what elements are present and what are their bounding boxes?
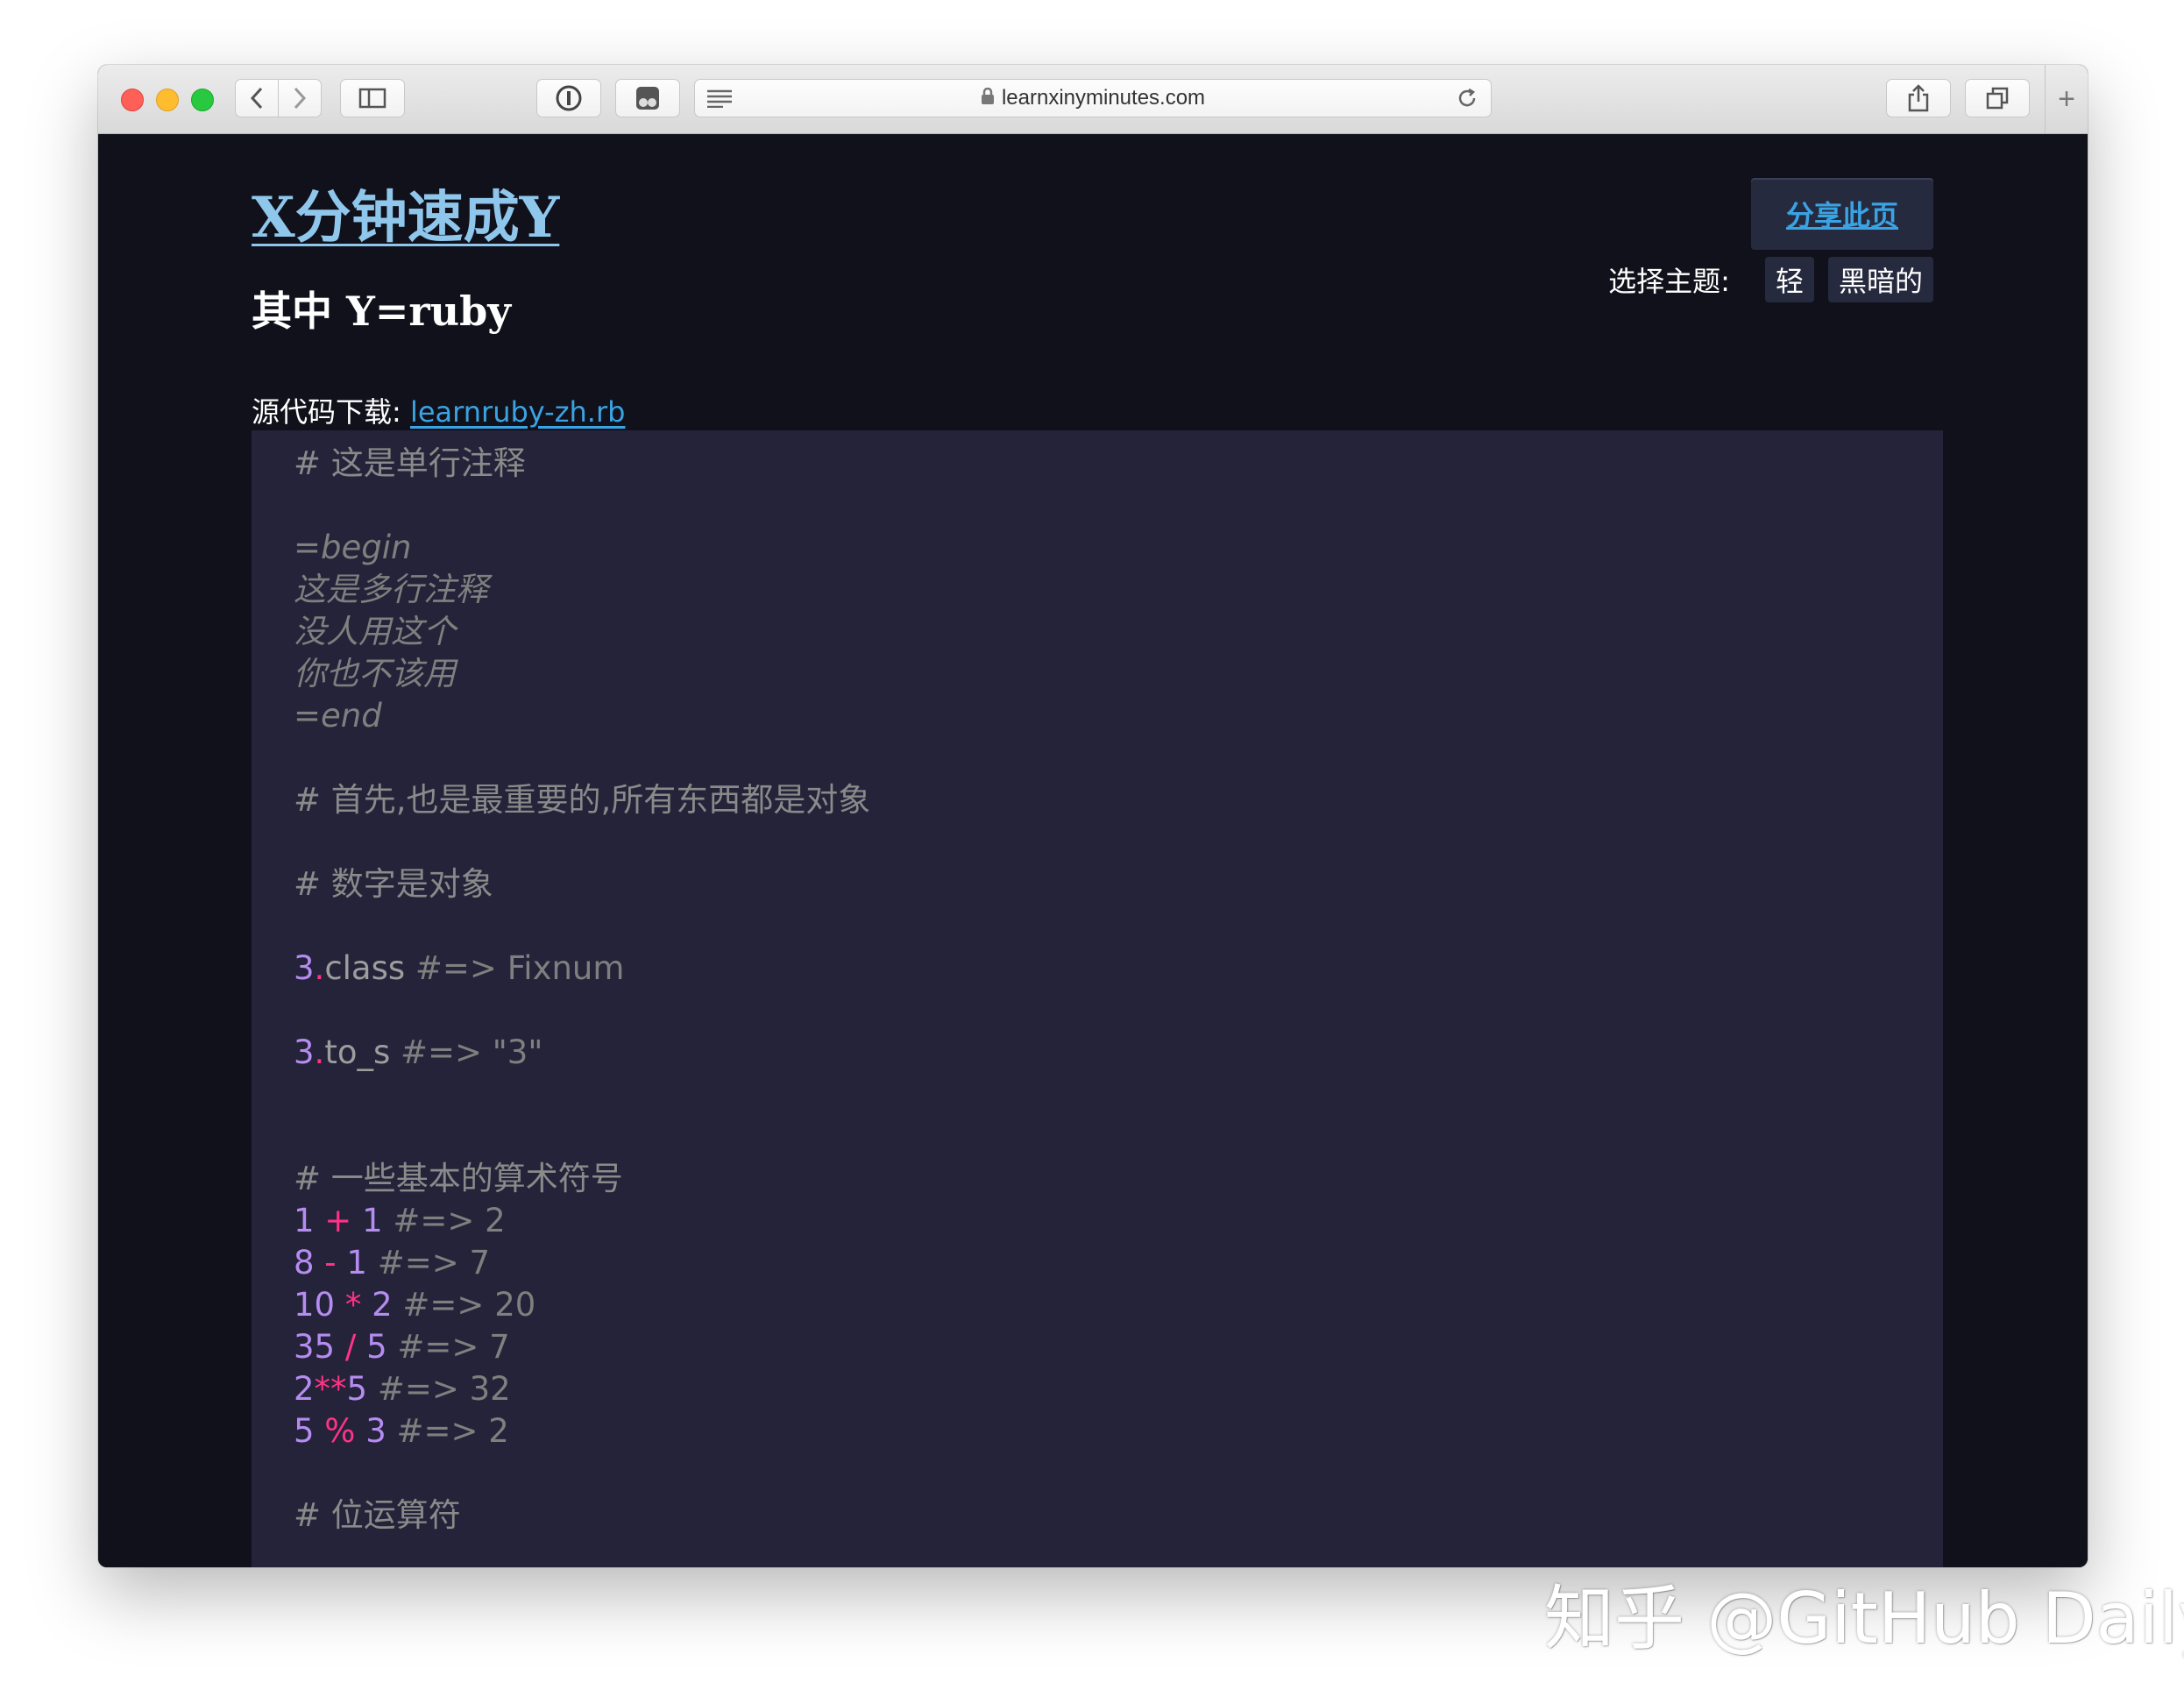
code-result: #=> "3"	[390, 1033, 543, 1071]
code-result: #=> 7	[386, 1328, 510, 1366]
share-icon	[1908, 84, 1929, 112]
code-line: 2**5 #=> 32	[294, 1368, 511, 1410]
code-line: 5 % 3 #=> 2	[294, 1410, 509, 1452]
chevron-right-icon	[294, 87, 307, 110]
browser-window: learnxinyminutes.com + X分钟速成Y 其中 Y=ruby …	[98, 65, 2088, 1567]
page-content: X分钟速成Y 其中 Y=ruby 分享此页 选择主题: 轻 黑暗的 源代码下载:…	[98, 134, 2088, 1567]
code-line: # 一些基本的算术符号	[294, 1160, 623, 1197]
new-tab-button[interactable]: +	[2045, 65, 2088, 133]
code-number: 2	[372, 1286, 393, 1324]
code-result: #=> 20	[392, 1286, 536, 1324]
code-line: 3.to_s #=> "3"	[294, 1032, 542, 1074]
code-line: 1 + 1 #=> 2	[294, 1200, 506, 1242]
url-text: learnxinyminutes.com	[1001, 86, 1206, 110]
tabs-icon	[1986, 87, 2009, 110]
source-download: 源代码下载: learnruby-zh.rb	[252, 390, 625, 430]
close-window-button[interactable]	[121, 89, 144, 111]
address-bar[interactable]: learnxinyminutes.com	[694, 79, 1492, 117]
lock-icon	[981, 81, 995, 117]
url-display[interactable]: learnxinyminutes.com	[695, 80, 1491, 117]
share-page-button[interactable]: 分享此页	[1751, 178, 1933, 250]
back-button[interactable]	[235, 79, 279, 117]
theme-light-button[interactable]: 轻	[1764, 257, 1814, 302]
page-subtitle: 其中 Y=ruby	[252, 288, 511, 335]
code-operator: .	[314, 1033, 325, 1071]
code-operator: /	[335, 1328, 367, 1366]
site-title-link[interactable]: X分钟速成Y	[252, 173, 559, 253]
zoom-window-button[interactable]	[191, 89, 214, 111]
code-number: 5	[366, 1328, 387, 1366]
code-number: 3	[294, 1033, 315, 1071]
code-line: # 首先,也是最重要的,所有东西都是对象	[294, 781, 871, 819]
code-line: 3.class #=> Fixnum	[294, 948, 624, 990]
code-line: 这是多行注释	[294, 571, 488, 608]
password-manager-icon	[556, 85, 582, 111]
code-operator: +	[314, 1202, 363, 1239]
code-line: 你也不该用	[294, 655, 456, 692]
code-line: 10 * 2 #=> 20	[294, 1284, 535, 1326]
code-line: 没人用这个	[294, 613, 456, 650]
code-operator: -	[314, 1244, 347, 1282]
code-line: =end	[294, 697, 382, 735]
sidebar-button[interactable]	[340, 79, 405, 117]
code-operator: **	[314, 1370, 347, 1408]
code-result: #=> 2	[382, 1202, 506, 1239]
code-line: 8 - 1 #=> 7	[294, 1242, 490, 1284]
watermark: 知乎 @GitHub Daily	[1544, 1578, 2184, 1659]
code-number: 10	[294, 1286, 336, 1324]
minimize-window-button[interactable]	[156, 89, 179, 111]
code-number: 1	[294, 1202, 315, 1239]
code-result: #=> 2	[386, 1412, 509, 1450]
code-operator: %	[314, 1412, 366, 1450]
theme-dark-button[interactable]: 黑暗的	[1827, 257, 1933, 302]
password-extension-button[interactable]	[536, 79, 601, 117]
code-line: =begin	[294, 529, 412, 566]
code-result: #=> Fixnum	[405, 949, 625, 987]
code-number: 5	[346, 1370, 368, 1408]
chevron-left-icon	[250, 87, 263, 110]
code-number: 3	[365, 1412, 386, 1450]
code-line: # 位运算符	[294, 1496, 461, 1534]
code-line: 35 / 5 #=> 7	[294, 1326, 510, 1368]
code-operator: .	[314, 949, 325, 987]
source-label: 源代码下载:	[252, 395, 410, 429]
source-file-link[interactable]: learnruby-zh.rb	[410, 395, 625, 429]
code-line: # 数字是对象	[294, 865, 493, 903]
code-number: 3	[294, 949, 315, 987]
forward-button[interactable]	[278, 79, 322, 117]
code-identifier: to_s	[324, 1033, 391, 1071]
reload-icon[interactable]	[1456, 87, 1478, 113]
extension-button[interactable]	[615, 79, 680, 117]
extension-icon	[636, 87, 659, 110]
code-number: 5	[294, 1412, 315, 1450]
code-identifier: class	[324, 949, 406, 987]
code-result: #=> 7	[366, 1244, 491, 1282]
sidebar-icon	[358, 88, 386, 109]
code-result: #=> 32	[367, 1370, 511, 1408]
code-operator: *	[335, 1286, 372, 1324]
theme-label: 选择主题:	[1608, 265, 1730, 298]
tabs-overview-button[interactable]	[1965, 79, 2030, 117]
code-number: 1	[362, 1202, 383, 1239]
code-number: 2	[294, 1370, 315, 1408]
code-number: 35	[294, 1328, 336, 1366]
code-line: # 这是单行注释	[294, 444, 526, 482]
code-number: 1	[346, 1244, 367, 1282]
browser-toolbar: learnxinyminutes.com +	[98, 65, 2088, 134]
code-number: 8	[294, 1244, 315, 1282]
theme-selector: 选择主题: 轻 黑暗的	[1608, 257, 1933, 302]
code-block: # 这是单行注释 =begin 这是多行注释 没人用这个 你也不该用 =end …	[252, 430, 1943, 1567]
share-browser-button[interactable]	[1886, 79, 1951, 117]
